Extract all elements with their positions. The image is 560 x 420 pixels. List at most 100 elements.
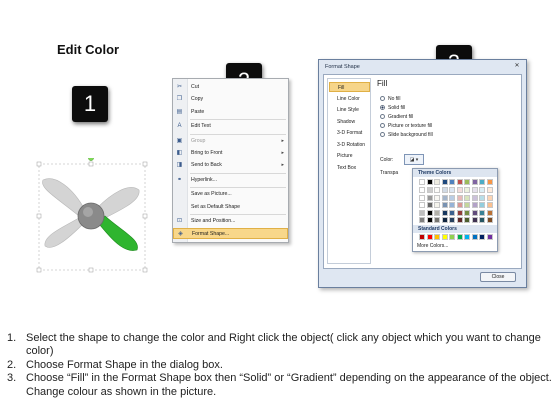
fan-blade-selected[interactable]: [98, 215, 138, 251]
color-swatch[interactable]: [441, 202, 448, 209]
category-line-style[interactable]: Line Style: [329, 105, 370, 115]
color-swatch[interactable]: [449, 202, 455, 209]
resize-handle[interactable]: [88, 267, 94, 273]
menu-item-copy[interactable]: ❐ Copy: [173, 94, 288, 105]
color-swatch[interactable]: [486, 179, 493, 185]
radio-button[interactable]: [380, 132, 385, 138]
category-text-box[interactable]: Text Box: [329, 163, 370, 173]
color-swatch[interactable]: [434, 217, 440, 223]
color-swatch[interactable]: [464, 179, 470, 185]
menu-item-size-and-position[interactable]: ⊡ Size and Position...: [173, 216, 288, 227]
color-swatch[interactable]: [449, 209, 455, 216]
resize-handle[interactable]: [88, 161, 94, 167]
standard-color-swatch[interactable]: [471, 234, 478, 240]
color-swatch[interactable]: [464, 194, 470, 201]
color-swatch[interactable]: [464, 187, 470, 194]
color-swatch[interactable]: [471, 179, 478, 185]
color-swatch[interactable]: [456, 202, 463, 209]
category-picture[interactable]: Picture: [329, 151, 370, 161]
fill-option-slide-background-fill[interactable]: Slide background fill: [380, 131, 433, 139]
color-swatch[interactable]: [434, 179, 440, 185]
color-swatch[interactable]: [426, 209, 433, 216]
color-swatch[interactable]: [456, 209, 463, 216]
color-swatch[interactable]: [449, 187, 455, 194]
fill-option-no-fill[interactable]: No fill: [380, 95, 401, 103]
color-swatch[interactable]: [479, 209, 485, 216]
category-3-d-format[interactable]: 3-D Format: [329, 128, 370, 138]
standard-color-swatch[interactable]: [434, 234, 440, 240]
resize-handle[interactable]: [36, 267, 42, 273]
color-swatch[interactable]: [449, 194, 455, 201]
color-dropdown-button[interactable]: ◪ ▾: [404, 154, 424, 165]
more-colors-link[interactable]: More Colors...: [417, 243, 448, 249]
radio-button[interactable]: [380, 123, 385, 129]
color-swatch[interactable]: [471, 187, 478, 194]
fill-option-solid-fill[interactable]: Solid fill: [380, 104, 405, 112]
color-swatch[interactable]: [479, 202, 485, 209]
color-swatch[interactable]: [419, 217, 425, 223]
color-swatch[interactable]: [471, 217, 478, 223]
color-swatch[interactable]: [419, 179, 425, 185]
standard-color-swatch[interactable]: [486, 234, 493, 240]
color-swatch[interactable]: [486, 194, 493, 201]
color-swatch[interactable]: [464, 217, 470, 223]
fill-option-picture-or-texture-fill[interactable]: Picture or texture fill: [380, 122, 432, 130]
color-swatch[interactable]: [479, 194, 485, 201]
resize-handle[interactable]: [142, 267, 148, 273]
color-swatch[interactable]: [456, 194, 463, 201]
resize-handle[interactable]: [142, 213, 148, 219]
color-swatch[interactable]: [486, 202, 493, 209]
standard-color-swatch[interactable]: [419, 234, 425, 240]
color-swatch[interactable]: [486, 209, 493, 216]
fan-shape[interactable]: [33, 158, 151, 276]
resize-handle[interactable]: [142, 161, 148, 167]
color-swatch[interactable]: [419, 187, 425, 194]
color-swatch[interactable]: [426, 202, 433, 209]
color-swatch[interactable]: [441, 179, 448, 185]
color-swatch[interactable]: [441, 187, 448, 194]
radio-button[interactable]: [380, 96, 385, 102]
color-swatch[interactable]: [456, 179, 463, 185]
color-swatch[interactable]: [486, 217, 493, 223]
radio-button[interactable]: [380, 114, 385, 120]
color-swatch[interactable]: [464, 202, 470, 209]
color-swatch[interactable]: [426, 187, 433, 194]
color-swatch[interactable]: [486, 187, 493, 194]
color-swatch[interactable]: [419, 202, 425, 209]
standard-color-swatch[interactable]: [426, 234, 433, 240]
resize-handle[interactable]: [36, 161, 42, 167]
color-swatch[interactable]: [456, 217, 463, 223]
menu-item-cut[interactable]: ✂ Cut: [173, 82, 288, 93]
color-swatch[interactable]: [426, 194, 433, 201]
color-swatch[interactable]: [471, 209, 478, 216]
standard-color-swatch[interactable]: [479, 234, 485, 240]
color-swatch[interactable]: [479, 187, 485, 194]
close-icon[interactable]: ✕: [511, 62, 523, 71]
close-button[interactable]: Close: [480, 272, 516, 282]
category-3-d-rotation[interactable]: 3-D Rotation: [329, 140, 370, 150]
category-fill[interactable]: Fill: [329, 82, 370, 92]
color-swatch[interactable]: [464, 209, 470, 216]
color-swatch[interactable]: [456, 187, 463, 194]
category-line-color[interactable]: Line Color: [329, 94, 370, 104]
color-swatch[interactable]: [479, 179, 485, 185]
color-swatch[interactable]: [434, 194, 440, 201]
color-swatch[interactable]: [471, 194, 478, 201]
menu-item-group[interactable]: ▣ Group ▸: [173, 136, 288, 147]
color-swatch[interactable]: [419, 194, 425, 201]
menu-item-save-as-picture[interactable]: Save as Picture...: [173, 189, 288, 200]
menu-item-paste[interactable]: ▤ Paste: [173, 107, 288, 118]
color-swatch[interactable]: [449, 179, 455, 185]
fill-option-gradient-fill[interactable]: Gradient fill: [380, 113, 413, 121]
menu-item-edit-text[interactable]: A Edit Text: [173, 121, 288, 132]
color-swatch[interactable]: [441, 217, 448, 223]
color-swatch[interactable]: [426, 179, 433, 185]
menu-item-set-as-default-shape[interactable]: Set as Default Shape: [173, 202, 288, 213]
category-shadow[interactable]: Shadow: [329, 117, 370, 127]
menu-item-bring-to-front[interactable]: ◧ Bring to Front ▸: [173, 148, 288, 159]
color-swatch[interactable]: [441, 194, 448, 201]
color-swatch[interactable]: [434, 202, 440, 209]
color-swatch[interactable]: [441, 209, 448, 216]
color-swatch[interactable]: [479, 217, 485, 223]
standard-color-swatch[interactable]: [456, 234, 463, 240]
